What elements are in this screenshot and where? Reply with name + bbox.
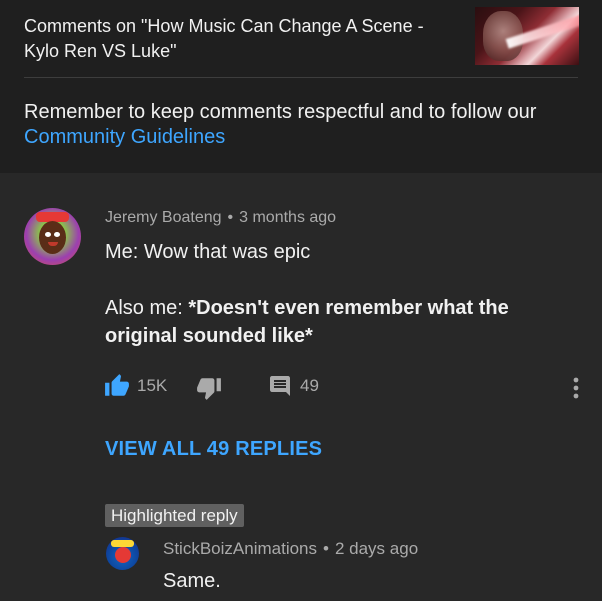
reply-bubble-icon[interactable] bbox=[268, 374, 292, 398]
highlighted-reply-badge: Highlighted reply bbox=[105, 504, 244, 527]
comment-time[interactable]: 3 months ago bbox=[239, 209, 336, 226]
comment-body: Me: Wow that was epic Also me: *Doesn't … bbox=[105, 238, 585, 350]
comment-line-2-prefix: Also me: bbox=[105, 297, 189, 319]
more-vertical-icon[interactable] bbox=[568, 376, 584, 400]
reply-count: 49 bbox=[300, 376, 319, 395]
header-divider bbox=[24, 77, 578, 78]
avatar-face bbox=[39, 221, 66, 254]
view-all-replies-button[interactable]: VIEW ALL 49 REPLIES bbox=[105, 438, 322, 461]
avatar[interactable] bbox=[24, 208, 81, 265]
video-thumbnail[interactable] bbox=[475, 7, 579, 65]
avatar-eye-left bbox=[45, 232, 51, 237]
thumbs-up-icon[interactable] bbox=[104, 373, 130, 399]
notice-text: Remember to keep comments respectful and… bbox=[24, 101, 537, 123]
reply-meta: StickBoizAnimations • 2 days ago bbox=[163, 538, 418, 560]
comment-actions: 15K 49 bbox=[0, 372, 602, 402]
meta-separator: • bbox=[227, 209, 234, 226]
comments-header: Comments on "How Music Can Change A Scen… bbox=[0, 0, 602, 173]
comment-line-1: Me: Wow that was epic bbox=[105, 241, 311, 263]
reply-avatar-figure bbox=[115, 547, 131, 563]
comment-meta: Jeremy Boateng • 3 months ago bbox=[105, 207, 336, 229]
reply-time[interactable]: 2 days ago bbox=[335, 539, 418, 558]
guidelines-notice: Remember to keep comments respectful and… bbox=[24, 100, 584, 150]
reply-body: Same. bbox=[163, 570, 221, 592]
video-title: Comments on "How Music Can Change A Scen… bbox=[24, 16, 424, 61]
avatar-eye-right bbox=[54, 232, 60, 237]
comment-author[interactable]: Jeremy Boateng bbox=[105, 209, 222, 226]
like-count: 15K bbox=[137, 376, 168, 395]
community-guidelines-link[interactable]: Community Guidelines bbox=[24, 125, 584, 150]
reply-avatar[interactable] bbox=[106, 537, 139, 570]
reply-meta-separator: • bbox=[323, 539, 329, 558]
comment-line-2: Also me: *Doesn't even remember what the… bbox=[105, 294, 585, 350]
thumbs-down-icon[interactable] bbox=[196, 375, 222, 401]
reply-author[interactable]: StickBoizAnimations bbox=[163, 539, 317, 558]
reply-avatar-cap bbox=[111, 540, 134, 547]
avatar-mouth bbox=[48, 242, 58, 246]
